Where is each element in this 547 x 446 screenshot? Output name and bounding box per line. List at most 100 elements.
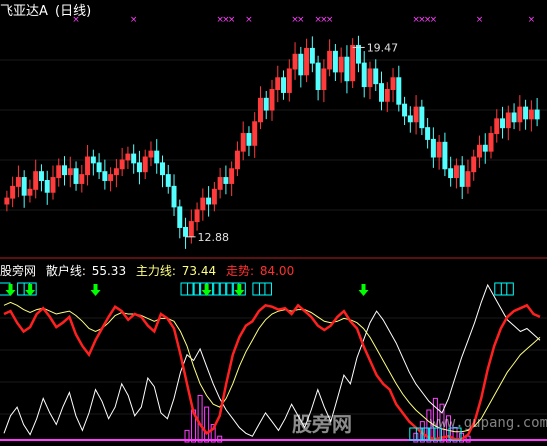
candle-body	[21, 177, 27, 196]
candle-body	[425, 127, 431, 140]
candle-body	[229, 168, 235, 184]
candle-body	[73, 168, 79, 184]
candle-body	[4, 197, 10, 205]
candle-body	[511, 112, 517, 123]
magenta-bar	[204, 406, 210, 443]
candle-body	[482, 144, 488, 152]
candle-body	[90, 156, 96, 164]
down-arrow-marker	[25, 284, 36, 296]
candle-body	[200, 197, 206, 211]
candle-body	[355, 44, 361, 64]
candle-body	[183, 226, 189, 237]
candle-body	[67, 168, 73, 176]
candle-body	[286, 68, 292, 93]
candle-body	[125, 153, 131, 161]
signal-mark: ×	[72, 15, 80, 25]
candle-body	[448, 168, 454, 179]
down-arrow-marker	[5, 284, 16, 296]
candle-body	[15, 177, 21, 187]
candle-body	[206, 197, 212, 205]
candle-body	[194, 209, 200, 223]
signal-mark: ×	[245, 15, 253, 25]
candle-body	[159, 162, 165, 176]
candle-body	[269, 89, 275, 111]
candle-body	[10, 185, 16, 199]
down-arrow-marker	[234, 284, 245, 296]
high-price-label: 19.47	[367, 41, 399, 54]
top-box-marker	[180, 282, 194, 296]
signal-mark: ×	[228, 15, 236, 25]
candle-body	[113, 168, 119, 176]
candle-body	[165, 174, 171, 187]
top-box-marker	[258, 282, 272, 296]
candle-body	[534, 109, 540, 120]
down-arrow-marker	[358, 284, 369, 296]
candle-body	[390, 77, 396, 91]
candle-body	[338, 56, 344, 73]
candle-body	[56, 165, 62, 179]
candle-body	[148, 150, 154, 158]
candle-body	[488, 133, 494, 152]
candle-body	[304, 47, 310, 76]
candle-body	[223, 177, 229, 184]
candle-body	[396, 77, 402, 105]
candle-body	[79, 174, 85, 184]
candle-body	[453, 165, 459, 179]
candle-body	[476, 144, 482, 158]
top-box-marker	[500, 282, 514, 296]
candle-body	[350, 44, 356, 82]
candle-body	[33, 171, 39, 190]
candle-body	[217, 177, 223, 190]
candle-body	[361, 62, 367, 88]
candle-body	[275, 77, 281, 91]
stock-chart[interactable]: × × ××× × ×× ××× ×××× × × 19.4712.88	[0, 0, 547, 446]
candle-body	[402, 103, 408, 117]
candlestick-series	[4, 35, 540, 249]
top-box-marker	[226, 282, 240, 296]
top-box-marker	[206, 282, 220, 296]
candle-body	[96, 162, 102, 173]
candle-body	[136, 162, 142, 173]
watermark-text: 股旁网	[292, 412, 352, 436]
candle-body	[528, 109, 534, 120]
candle-body	[281, 77, 287, 93]
candle-body	[298, 53, 304, 76]
down-arrow-marker	[90, 284, 101, 296]
candle-body	[315, 62, 321, 91]
candle-body	[154, 150, 160, 164]
candle-body	[436, 141, 442, 158]
candle-body	[384, 89, 390, 102]
candle-body	[85, 156, 91, 176]
candle-body	[177, 206, 183, 228]
candle-body	[131, 153, 137, 164]
signal-mark: ×	[326, 15, 334, 25]
watermark-url: www.gupang.com	[430, 415, 547, 431]
top-box-marker	[494, 282, 508, 296]
candle-body	[246, 133, 252, 146]
candle-body	[38, 171, 44, 181]
candle-body	[517, 106, 523, 123]
top-box-marker	[193, 282, 207, 296]
candle-body	[500, 118, 506, 129]
candle-body	[44, 179, 50, 193]
candle-body	[407, 115, 413, 123]
candle-body	[50, 177, 56, 193]
candle-body	[442, 141, 448, 170]
candle-body	[171, 185, 177, 208]
signal-mark: ×	[430, 15, 438, 25]
candle-body	[62, 165, 68, 176]
candle-body	[119, 159, 125, 170]
candle-body	[344, 56, 350, 82]
candle-body	[379, 83, 385, 102]
candle-body	[419, 106, 425, 129]
candle-body	[505, 112, 511, 129]
signal-mark: ×	[528, 15, 536, 25]
candle-body	[142, 156, 148, 173]
candle-body	[523, 106, 529, 120]
candle-body	[188, 221, 194, 237]
top-box-marker	[252, 282, 266, 296]
candle-body	[430, 138, 436, 158]
candle-body	[252, 121, 258, 146]
candle-body	[27, 188, 33, 196]
candle-body	[234, 150, 240, 170]
